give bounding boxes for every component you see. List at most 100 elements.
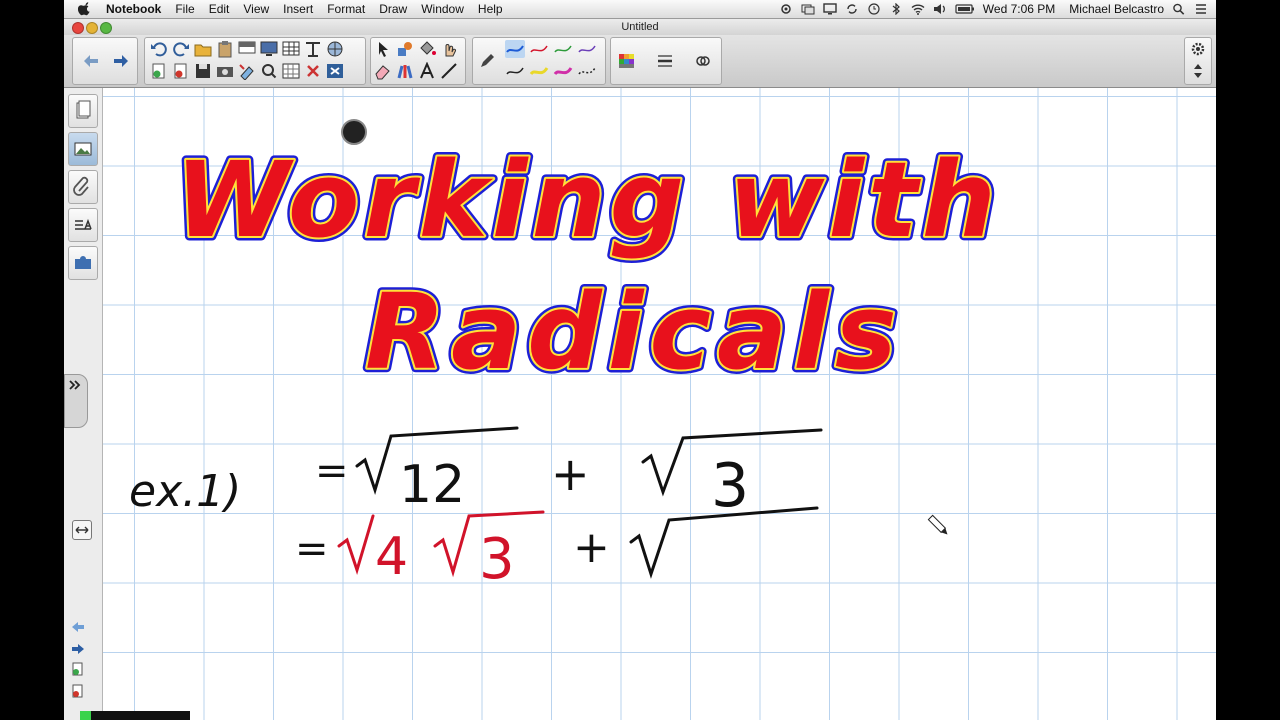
user-name[interactable]: Michael Belcastro — [1069, 2, 1164, 16]
add-page-button[interactable] — [149, 62, 169, 80]
page-sorter-tab[interactable] — [68, 94, 98, 128]
menu-bar: Notebook File Edit View Insert Format Dr… — [64, 0, 1216, 19]
redo-button[interactable] — [171, 40, 191, 58]
line-icon — [441, 63, 457, 79]
battery-tray-icon[interactable] — [955, 3, 975, 15]
pen-style-red[interactable] — [529, 40, 549, 58]
open-file-button[interactable] — [193, 40, 213, 58]
gallery-tab[interactable] — [68, 132, 98, 166]
eraser-tool-button[interactable] — [373, 62, 393, 80]
gear-tray-icon[interactable] — [779, 3, 793, 15]
menu-app-name[interactable]: Notebook — [106, 2, 161, 16]
color-palette-button[interactable] — [617, 52, 637, 70]
folder-icon — [194, 44, 212, 57]
wifi-tray-icon[interactable] — [911, 3, 925, 15]
properties-icon — [75, 218, 92, 230]
pen-tool-button[interactable] — [477, 52, 497, 70]
delete-page-small-icon[interactable] — [70, 684, 86, 698]
menu-edit[interactable]: Edit — [209, 2, 230, 16]
line-style-button[interactable] — [655, 52, 675, 70]
hand-pointer-icon — [445, 44, 456, 57]
display-button[interactable] — [259, 40, 279, 58]
delete-page-button[interactable] — [171, 62, 191, 80]
line1-equals: = — [315, 448, 349, 494]
previous-page-button[interactable] — [81, 52, 101, 70]
menu-insert[interactable]: Insert — [283, 2, 313, 16]
next-page-button[interactable] — [111, 52, 131, 70]
notification-list-icon[interactable] — [1194, 3, 1208, 15]
progress-bar — [80, 711, 190, 720]
cursor-arrow-icon — [379, 42, 388, 57]
pen-style-yellow[interactable] — [529, 62, 549, 80]
creative-pen-button[interactable] — [395, 62, 415, 80]
clock-tray-icon[interactable] — [867, 3, 881, 15]
line2-radicand-2: 3 — [479, 527, 515, 592]
pen-style-dashed[interactable] — [577, 62, 597, 80]
menu-format[interactable]: Format — [327, 2, 365, 16]
clear-page-button[interactable] — [237, 62, 257, 80]
menu-file[interactable]: File — [175, 2, 194, 16]
undo-button[interactable] — [149, 40, 169, 58]
pen-style-blue[interactable] — [505, 40, 525, 58]
minimize-window-button[interactable] — [86, 22, 98, 34]
properties-tab[interactable] — [68, 208, 98, 242]
table-button[interactable] — [281, 40, 301, 58]
pen-style-black[interactable] — [505, 62, 525, 80]
close-window-button[interactable] — [72, 22, 84, 34]
addons-tab[interactable] — [68, 246, 98, 280]
window-tray-icon[interactable] — [801, 3, 815, 15]
clock-text[interactable]: Wed 7:06 PM — [983, 2, 1055, 16]
display-tray-icon[interactable] — [823, 3, 837, 15]
menu-window[interactable]: Window — [421, 2, 464, 16]
fill-tool-button[interactable] — [417, 40, 437, 58]
clear-icon — [239, 64, 254, 80]
add-page-small-icon[interactable] — [70, 662, 86, 676]
pen-style-purple[interactable] — [577, 40, 597, 58]
gallery-image-icon — [74, 142, 92, 156]
toolbar-position-button[interactable] — [1188, 62, 1208, 80]
delete-button[interactable] — [303, 62, 323, 80]
magnify-button[interactable] — [259, 62, 279, 80]
gallery-button[interactable] — [325, 40, 345, 58]
line-tool-button[interactable] — [439, 62, 459, 80]
status-tray: Wed 7:06 PM Michael Belcastro — [779, 0, 1208, 18]
menu-help[interactable]: Help — [478, 2, 503, 16]
sidebar-collapse-handle[interactable] — [64, 374, 88, 428]
gear-icon — [1191, 42, 1205, 56]
spotlight-search-icon[interactable] — [1172, 3, 1186, 15]
text-tool-button[interactable] — [417, 62, 437, 80]
zoom-window-button[interactable] — [100, 22, 112, 34]
ruler-button[interactable] — [303, 40, 323, 58]
save-button[interactable] — [193, 62, 213, 80]
sidebar-swap-button[interactable] — [72, 520, 92, 540]
prev-page-small-icon[interactable] — [70, 620, 86, 634]
paste-button[interactable] — [215, 40, 235, 58]
whiteboard-canvas[interactable]: Working with Working with Radicals Radic… — [103, 88, 1216, 720]
sidebar — [64, 88, 103, 720]
select-tool-button[interactable] — [373, 40, 393, 58]
navigation-group — [72, 37, 138, 85]
menu-draw[interactable]: Draw — [379, 2, 407, 16]
sync-tray-icon[interactable] — [845, 3, 859, 15]
screen-shade-button[interactable] — [237, 40, 257, 58]
grid-button[interactable] — [281, 62, 301, 80]
pen-style-magenta[interactable] — [553, 62, 573, 80]
attachments-tab[interactable] — [68, 170, 98, 204]
full-screen-button[interactable] — [325, 62, 345, 80]
capture-button[interactable] — [215, 62, 235, 80]
monitor-icon — [260, 41, 278, 56]
red-stroke-icon — [530, 45, 548, 53]
next-page-small-icon[interactable] — [70, 642, 86, 656]
shapes-icon — [398, 42, 412, 56]
bluetooth-tray-icon[interactable] — [889, 3, 903, 15]
volume-tray-icon[interactable] — [933, 3, 947, 15]
menu-view[interactable]: View — [243, 2, 269, 16]
document-tools-group — [144, 37, 366, 85]
properties-button[interactable] — [693, 52, 713, 70]
redo-icon — [173, 42, 189, 57]
toolbar-settings-button[interactable] — [1188, 40, 1208, 58]
apple-menu-icon[interactable] — [78, 2, 92, 16]
magic-pen-button[interactable] — [439, 40, 459, 58]
pen-style-green[interactable] — [553, 40, 573, 58]
shapes-tool-button[interactable] — [395, 40, 415, 58]
